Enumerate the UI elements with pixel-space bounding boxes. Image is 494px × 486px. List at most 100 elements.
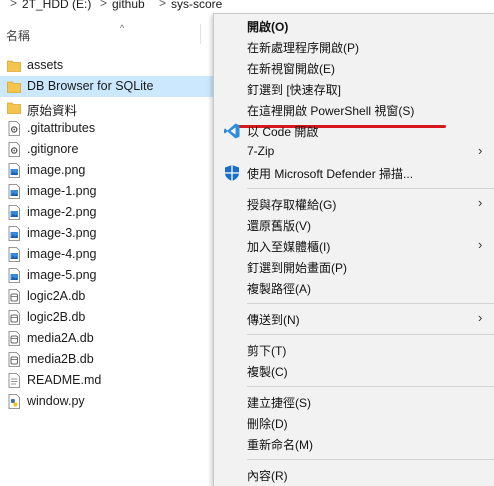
menu-item[interactable]: 釘選到開始畫面(P) <box>214 256 494 277</box>
menu-item-label: 建立捷徑(S) <box>247 396 311 410</box>
breadcrumb-separator-icon: > <box>159 0 167 10</box>
menu-item[interactable]: 剪下(T) <box>214 339 494 360</box>
db-file-icon <box>7 352 21 367</box>
menu-item[interactable]: 在新處理程序開啟(P) <box>214 36 494 57</box>
menu-separator <box>247 334 494 335</box>
file-row[interactable]: window.py <box>0 391 214 412</box>
breadcrumb: > 2T_HDD (E:) > github > sys-score <box>0 0 494 14</box>
file-name: image-2.png <box>27 205 97 219</box>
image-file-icon <box>7 184 21 199</box>
menu-item[interactable]: 授與存取權給(G) › <box>214 193 494 214</box>
menu-item[interactable]: 刪除(D) <box>214 412 494 433</box>
menu-item[interactable]: 使用 Microsoft Defender 掃描... <box>214 162 494 183</box>
db-file-icon <box>7 331 21 346</box>
menu-item-label: 在新處理程序開啟(P) <box>247 41 359 55</box>
menu-item[interactable]: 複製路徑(A) <box>214 277 494 298</box>
text-file-icon <box>7 373 21 388</box>
menu-item[interactable]: 開啟(O) <box>214 15 494 36</box>
column-header-name[interactable]: 名稱 <box>6 27 30 44</box>
menu-item-label: 7-Zip <box>247 144 275 158</box>
file-name: assets <box>27 58 64 72</box>
menu-item[interactable]: 釘選到 [快速存取] <box>214 78 494 99</box>
menu-item-label: 刪除(D) <box>247 417 288 431</box>
image-file-icon <box>7 268 21 283</box>
file-row[interactable]: media2A.db <box>0 328 214 349</box>
folder-icon <box>7 58 21 73</box>
file-list: assets DB Browser for SQLite 原始資料 .gitattri… <box>0 55 214 412</box>
file-name: README.md <box>27 373 102 387</box>
file-name: media2B.db <box>27 352 94 366</box>
defender-shield-icon <box>223 164 241 182</box>
menu-item[interactable]: 加入至媒體櫃(I) › <box>214 235 494 256</box>
file-name: 原始資料 <box>27 104 78 118</box>
file-row[interactable]: .gitattributes <box>0 118 214 139</box>
image-file-icon <box>7 205 21 220</box>
menu-item[interactable]: 重新命名(M) <box>214 433 494 454</box>
menu-item[interactable]: 複製(C) <box>214 360 494 381</box>
menu-item[interactable]: 傳送到(N) › <box>214 308 494 329</box>
file-name: image-3.png <box>27 226 97 240</box>
menu-item[interactable]: 以 Code 開啟 <box>214 120 494 141</box>
file-row[interactable]: logic2A.db <box>0 286 214 307</box>
chevron-right-icon: › <box>478 310 483 325</box>
settings-file-icon <box>7 142 21 157</box>
menu-item-label: 複製(C) <box>247 365 288 379</box>
menu-item[interactable]: 7-Zip › <box>214 141 494 162</box>
menu-item[interactable]: 建立捷徑(S) <box>214 391 494 412</box>
column-header[interactable]: 名稱 ^ <box>0 22 214 46</box>
image-file-icon <box>7 247 21 262</box>
menu-item-label: 傳送到(N) <box>247 313 300 327</box>
menu-item[interactable]: 內容(R) <box>214 464 494 485</box>
db-file-icon <box>7 310 21 325</box>
file-row[interactable]: media2B.db <box>0 349 214 370</box>
file-row[interactable]: image-2.png <box>0 202 214 223</box>
file-name: image-5.png <box>27 268 97 282</box>
chevron-right-icon: › <box>478 237 483 252</box>
image-file-icon <box>7 163 21 178</box>
menu-separator <box>247 303 494 304</box>
file-row[interactable]: image-3.png <box>0 223 214 244</box>
breadcrumb-separator-icon: > <box>100 0 108 10</box>
context-menu: 開啟(O) 在新處理程序開啟(P) 在新視窗開啟(E) 釘選到 [快速存取] 在這裡開啟… <box>213 13 494 486</box>
menu-item-label: 還原舊版(V) <box>247 219 311 233</box>
breadcrumb-item-drive[interactable]: 2T_HDD (E:) <box>22 0 91 11</box>
file-row[interactable]: README.md <box>0 370 214 391</box>
file-row[interactable]: image-1.png <box>0 181 214 202</box>
file-row[interactable]: image-5.png <box>0 265 214 286</box>
file-name: .gitignore <box>27 142 79 156</box>
menu-item-label: 以 Code 開啟 <box>247 125 319 139</box>
menu-item-label: 剪下(T) <box>247 344 287 358</box>
menu-item-label: 在新視窗開啟(E) <box>247 62 335 76</box>
db-file-icon <box>7 289 21 304</box>
menu-item[interactable]: 在新視窗開啟(E) <box>214 57 494 78</box>
settings-file-icon <box>7 121 21 136</box>
file-name: image.png <box>27 163 86 177</box>
column-divider[interactable] <box>200 24 201 44</box>
sort-ascending-icon: ^ <box>120 23 125 33</box>
file-name: logic2B.db <box>27 310 86 324</box>
menu-item[interactable]: 還原舊版(V) <box>214 214 494 235</box>
file-row[interactable]: .gitignore <box>0 139 214 160</box>
file-name: media2A.db <box>27 331 94 345</box>
menu-item-label: 複製路徑(A) <box>247 282 311 296</box>
menu-item-label: 在這裡開啟 PowerShell 視窗(S) <box>247 104 415 118</box>
menu-item-label: 授與存取權給(G) <box>247 198 337 212</box>
file-row[interactable]: DB Browser for SQLite <box>0 76 214 97</box>
menu-item-label: 內容(R) <box>247 469 288 483</box>
chevron-right-icon: › <box>478 143 483 158</box>
file-row[interactable]: logic2B.db <box>0 307 214 328</box>
menu-separator <box>247 386 494 387</box>
menu-item-label: 釘選到 [快速存取] <box>247 83 342 97</box>
file-row[interactable]: image-4.png <box>0 244 214 265</box>
file-row[interactable]: assets <box>0 55 214 76</box>
file-name: window.py <box>27 394 85 408</box>
vscode-icon <box>223 122 241 140</box>
file-name: DB Browser for SQLite <box>27 79 154 93</box>
breadcrumb-item-sys-score[interactable]: sys-score <box>171 0 222 11</box>
menu-item[interactable]: 在這裡開啟 PowerShell 視窗(S) <box>214 99 494 120</box>
menu-item-label: 重新命名(M) <box>247 438 313 452</box>
breadcrumb-item-github[interactable]: github <box>112 0 145 11</box>
menu-item-label: 加入至媒體櫃(I) <box>247 240 331 254</box>
file-row[interactable]: image.png <box>0 160 214 181</box>
file-row[interactable]: 原始資料 <box>0 97 214 118</box>
